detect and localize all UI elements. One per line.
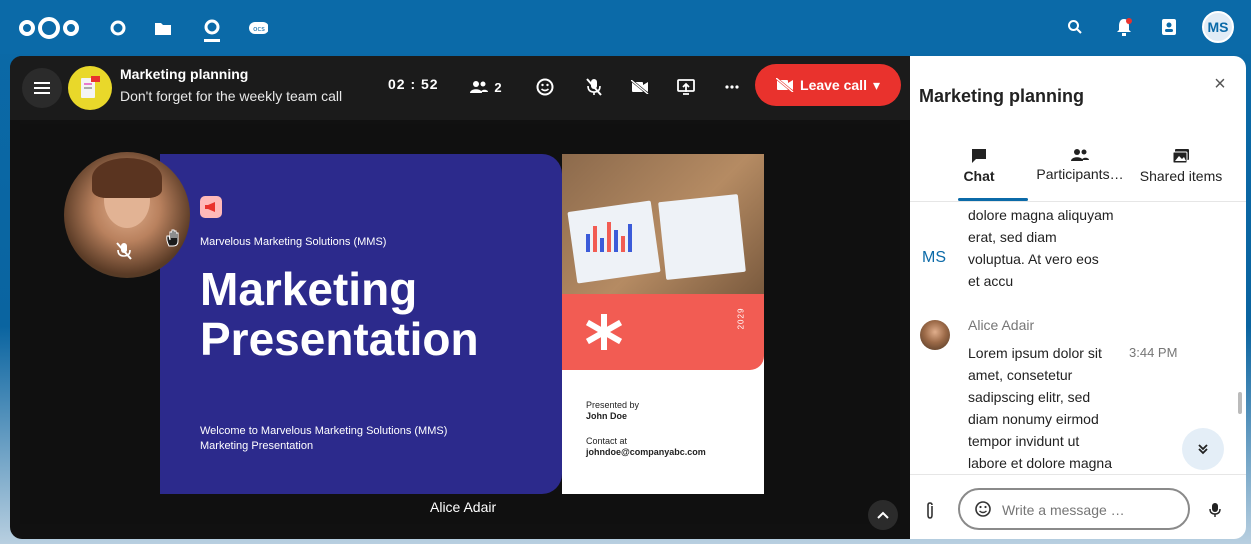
ocs-icon[interactable]: ocs xyxy=(248,18,268,38)
divider xyxy=(910,474,1246,475)
tab-chat-label: Chat xyxy=(963,168,995,184)
message-line: et accu xyxy=(968,273,1014,289)
message-line: labore et dolore magna xyxy=(968,455,1112,471)
message-line: sadipscing elitr, sed xyxy=(968,389,1091,405)
participants-icon xyxy=(470,81,489,93)
participants-icon xyxy=(1071,149,1089,161)
divider xyxy=(910,201,1246,202)
tab-chat[interactable]: Chat xyxy=(958,148,1000,184)
microphone-toggle[interactable] xyxy=(582,74,606,100)
slide-left-panel: Marvelous Marketing Solutions (MMS) Mark… xyxy=(160,154,562,494)
message-avatar[interactable]: MS xyxy=(920,244,948,272)
asterisk-icon xyxy=(586,314,622,350)
chevron-down-icon: ▾ xyxy=(872,76,880,93)
screen-share-button[interactable] xyxy=(674,74,698,100)
shared-items-icon xyxy=(1172,149,1189,164)
dashboard-icon[interactable] xyxy=(108,18,128,38)
presented-by-label: Presented by xyxy=(586,400,640,410)
chat-icon xyxy=(972,149,986,163)
chevron-up-icon xyxy=(877,511,889,519)
sidebar-title: Marketing planning xyxy=(919,86,1085,106)
camera-off-icon xyxy=(776,78,794,92)
tab-participants-label: Participants… xyxy=(1036,166,1124,182)
slide-title-line1: Marketing xyxy=(200,263,418,315)
avatar-initials: MS xyxy=(1207,19,1229,35)
message-line: dolore magna aliquyam xyxy=(968,207,1114,223)
notifications-icon[interactable] xyxy=(1112,15,1136,39)
emoji-icon xyxy=(975,501,991,517)
svg-text:ocs: ocs xyxy=(253,25,265,33)
emoji-icon xyxy=(536,78,554,96)
reaction-button[interactable] xyxy=(533,74,557,100)
slide-title: Marketing Presentation xyxy=(200,264,479,364)
call-top-bar: Marketing planning Don't forget for the … xyxy=(10,56,910,120)
slide-red-band xyxy=(562,294,764,370)
message-author: Alice Adair xyxy=(968,317,1035,333)
call-timer: 02 : 52 xyxy=(388,76,439,92)
slide-year: 2029 xyxy=(736,307,746,330)
call-title: Marketing planning xyxy=(120,66,249,82)
microphone-off-icon xyxy=(586,78,602,96)
leave-call-button[interactable]: Leave call ▾ xyxy=(755,64,901,106)
tab-shared-items[interactable]: Shared items xyxy=(1134,148,1228,184)
collapse-stripe-button[interactable] xyxy=(868,500,898,530)
slide-company: Marvelous Marketing Solutions (MMS) xyxy=(200,236,387,248)
message-line: diam nonumy eirmod xyxy=(968,411,1099,427)
sidebar: Marketing planning × Chat Participants… … xyxy=(910,56,1246,539)
contact-email: johndoe@companyabc.com xyxy=(586,447,706,457)
screen-share-icon xyxy=(677,79,695,95)
user-avatar[interactable]: MS xyxy=(1202,11,1234,43)
slide-title-line2: Presentation xyxy=(200,313,479,365)
speaker-name: Alice Adair xyxy=(430,499,497,515)
message-line: erat, sed diam xyxy=(968,229,1057,245)
attachment-icon[interactable] xyxy=(922,502,938,520)
message-composer[interactable] xyxy=(958,488,1190,530)
close-icon[interactable]: × xyxy=(1210,73,1230,95)
presenter-name: John Doe xyxy=(586,411,628,421)
scrollbar[interactable] xyxy=(1238,392,1242,414)
slide-photo xyxy=(562,154,764,294)
microphone-off-icon xyxy=(116,242,132,260)
microphone-icon[interactable] xyxy=(1206,500,1224,520)
leave-call-label: Leave call xyxy=(800,77,867,93)
files-icon[interactable] xyxy=(153,18,173,38)
slide-right-panel: 2029 Presented by John Doe Contact at jo… xyxy=(562,154,764,494)
double-chevron-down-icon xyxy=(1198,444,1208,455)
menu-button[interactable] xyxy=(22,68,62,108)
call-description: Don't forget for the weekly team call xyxy=(120,88,343,104)
megaphone-icon xyxy=(200,196,222,218)
message-line: tempor invidunt ut xyxy=(968,433,1080,449)
camera-off-icon xyxy=(631,80,649,94)
message-line: amet, consetetur xyxy=(968,367,1073,383)
message-timestamp: 3:44 PM xyxy=(1129,345,1178,360)
search-icon[interactable] xyxy=(1063,15,1087,39)
participants-count: 2 xyxy=(494,79,502,95)
conversation-icon xyxy=(68,66,112,110)
message-avatar[interactable] xyxy=(920,320,950,350)
slide-welcome: Welcome to Marvelous Marketing Solutions… xyxy=(200,425,448,452)
tab-shared-items-label: Shared items xyxy=(1139,168,1223,184)
contacts-icon[interactable] xyxy=(1157,15,1181,39)
message-line: voluptua. At vero eos xyxy=(968,251,1099,267)
raised-hand-icon xyxy=(166,229,179,247)
message-text: dolore magna aliquyam erat, sed diam vol… xyxy=(968,204,1114,292)
message-text: Lorem ipsum dolor sit amet, consetetur s… xyxy=(968,342,1112,474)
top-bar: ocs MS xyxy=(0,0,1251,54)
more-actions-button[interactable] xyxy=(722,74,742,100)
message-input[interactable] xyxy=(1002,498,1182,522)
participant-video-thumbnail[interactable] xyxy=(64,152,190,278)
message-line: Lorem ipsum dolor sit xyxy=(968,345,1102,361)
more-icon xyxy=(725,85,739,89)
tab-participants[interactable]: Participants… xyxy=(1030,148,1130,182)
participants-button[interactable]: 2 xyxy=(466,74,506,100)
hamburger-icon xyxy=(34,82,50,94)
nextcloud-logo[interactable] xyxy=(18,16,80,40)
camera-toggle[interactable] xyxy=(628,74,652,100)
call-view: Marketing planning Don't forget for the … xyxy=(10,56,910,539)
contact-label: Contact at xyxy=(586,436,628,446)
scroll-to-bottom-button[interactable] xyxy=(1182,428,1224,470)
talk-icon[interactable] xyxy=(202,18,222,44)
